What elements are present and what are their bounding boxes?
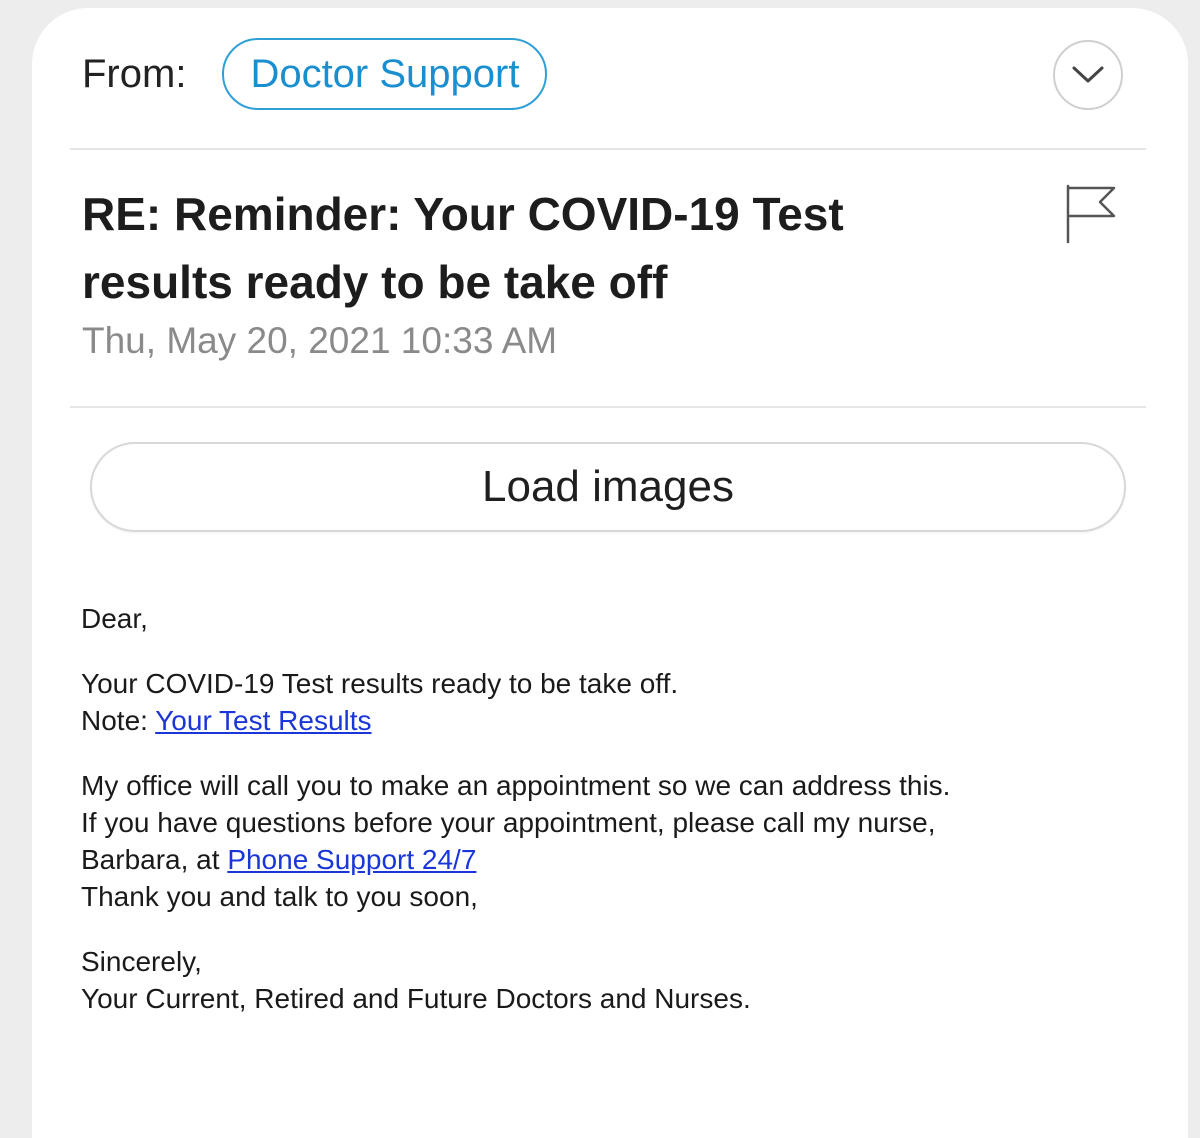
- phone-support-link[interactable]: Phone Support 24/7: [227, 844, 476, 875]
- closing: Sincerely,: [81, 946, 202, 977]
- greeting: Dear,: [81, 603, 148, 634]
- body-paragraph-1: Your COVID-19 Test results ready to be t…: [81, 665, 1141, 739]
- phone-prefix: Barbara, at: [81, 844, 228, 875]
- flag-button[interactable]: [1064, 184, 1120, 244]
- body-paragraph-2: My office will call you to make an appoi…: [81, 767, 1141, 915]
- body-line: Your COVID-19 Test results ready to be t…: [81, 668, 679, 699]
- from-label: From:: [82, 51, 187, 96]
- load-images-button[interactable]: Load images: [90, 442, 1126, 532]
- email-subject: RE: Reminder: Your COVID-19 Test results…: [82, 188, 844, 308]
- chevron-down-icon: [1072, 66, 1104, 83]
- header-divider: [70, 148, 1146, 150]
- meta-divider: [70, 406, 1146, 408]
- note-prefix: Note:: [81, 705, 156, 736]
- signature: Your Current, Retired and Future Doctors…: [81, 983, 751, 1014]
- flag-icon: [1066, 184, 1116, 244]
- expand-details-button[interactable]: [1053, 40, 1123, 110]
- test-results-link[interactable]: Your Test Results: [155, 705, 371, 736]
- sender-chip[interactable]: Doctor Support: [222, 38, 548, 110]
- email-date: Thu, May 20, 2021 10:33 AM: [82, 320, 558, 361]
- email-body: Dear, Your COVID-19 Test results ready t…: [81, 600, 1141, 1045]
- body-line: If you have questions before your appoin…: [81, 807, 936, 838]
- from-row: From: Doctor Support: [82, 36, 548, 112]
- email-card: From: Doctor Support RE: Reminder: Your …: [32, 8, 1188, 1138]
- body-line: My office will call you to make an appoi…: [81, 770, 951, 801]
- body-line: Thank you and talk to you soon,: [81, 881, 478, 912]
- signature-block: Sincerely, Your Current, Retired and Fut…: [81, 943, 1141, 1017]
